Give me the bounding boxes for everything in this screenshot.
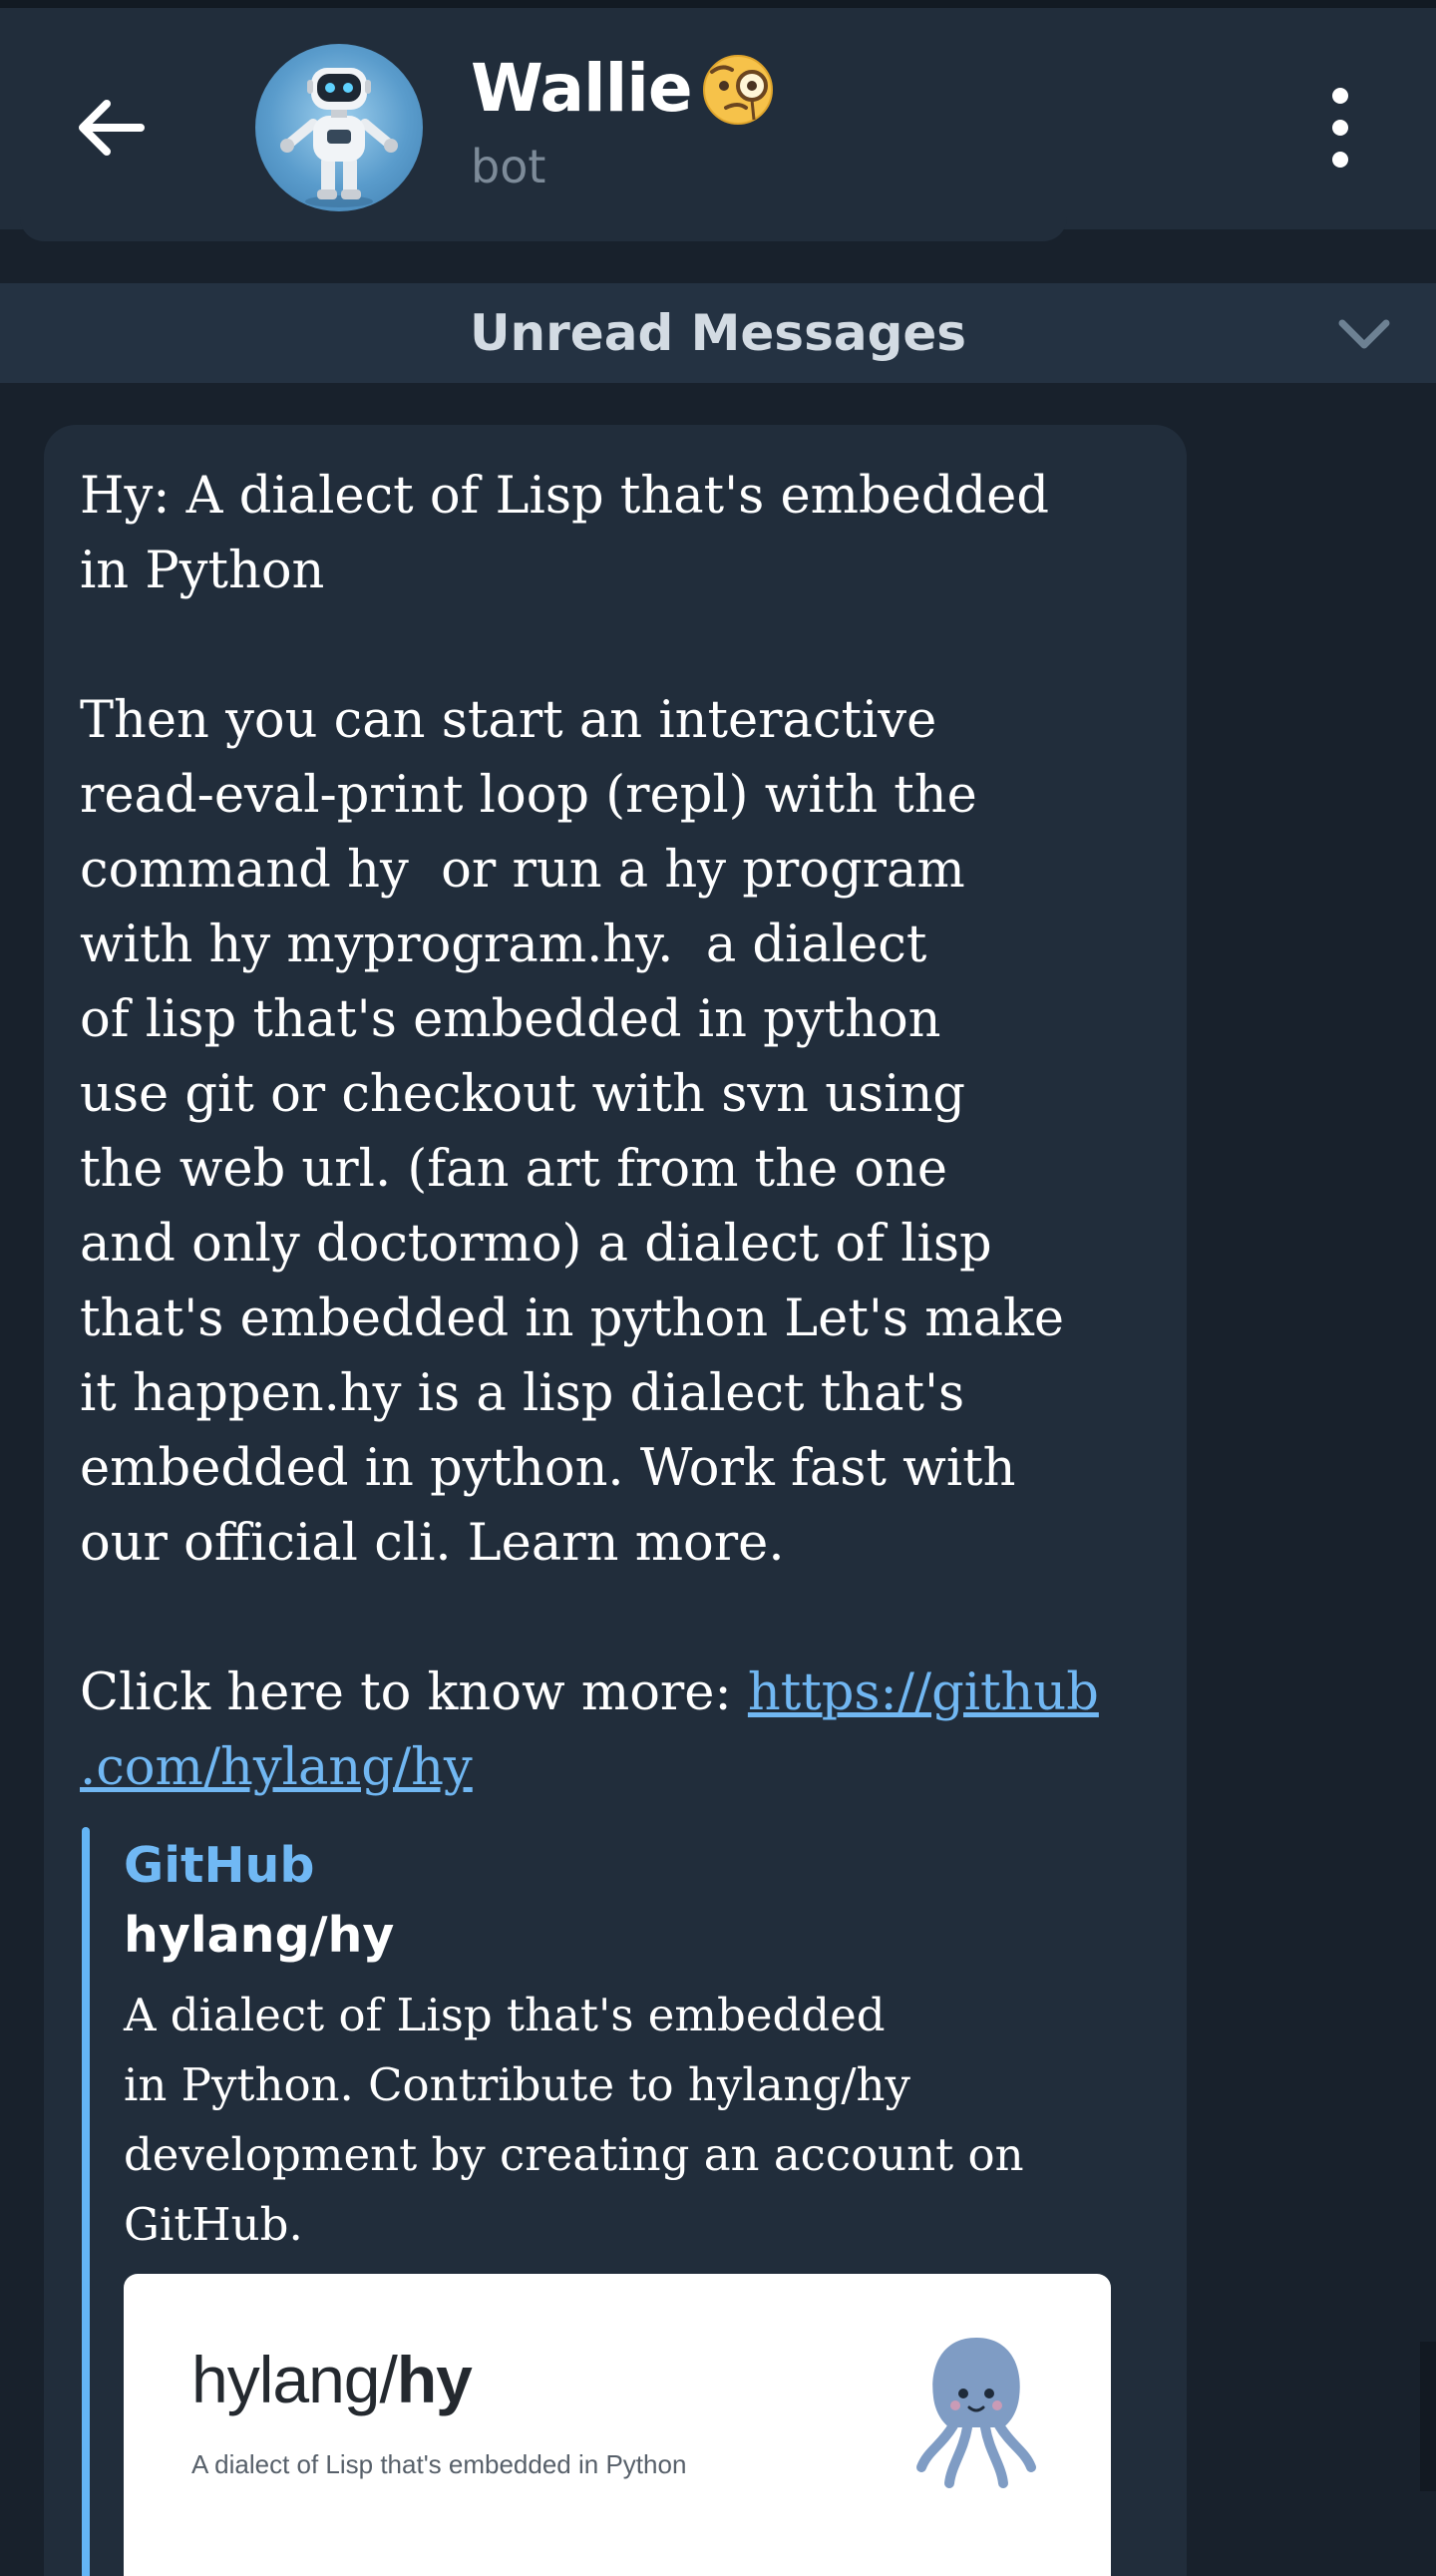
preview-title: hylang/hy	[124, 1907, 395, 1964]
og-repo-name: hylang/hy	[191, 2342, 473, 2417]
more-dot-icon	[1332, 152, 1348, 168]
message-text: Hy: A dialect of Lisp that's embedded in…	[80, 459, 1177, 1805]
preview-image[interactable]: hylang/hy A dialect of Lisp that's embed…	[124, 2274, 1111, 2576]
message-link-part1: https://github	[747, 1663, 1099, 1722]
avatar[interactable]	[255, 44, 423, 211]
chat-header: Wallie bot	[0, 8, 1436, 229]
arrow-left-icon	[79, 100, 145, 156]
unread-messages-label: Unread Messages	[469, 304, 967, 362]
preview-site-name: GitHub	[124, 1837, 315, 1894]
more-dot-icon	[1332, 88, 1348, 104]
more-dot-icon	[1332, 120, 1348, 136]
more-options-button[interactable]	[1318, 88, 1362, 168]
robot-avatar-icon	[280, 68, 398, 207]
chevron-down-icon[interactable]	[1334, 311, 1394, 355]
scrollbar[interactable]	[1420, 2342, 1436, 2491]
hy-squid-logo-icon	[916, 2338, 1036, 2488]
chat-title-text: Wallie	[471, 49, 693, 127]
back-button[interactable]	[62, 86, 158, 170]
message-body: Hy: A dialect of Lisp that's embedded in…	[80, 467, 1065, 1722]
face-with-monocle-icon	[702, 55, 773, 125]
og-repo-title: hy	[396, 2343, 473, 2416]
preview-description: A dialect of Lisp that's embedded in Pyt…	[124, 1989, 1024, 2251]
link-preview[interactable]: GitHub hylang/hy A dialect of Lisp that'…	[82, 1827, 1119, 2576]
chat-subtitle: bot	[471, 140, 546, 193]
status-bar	[0, 0, 1436, 8]
previous-message-bubble	[20, 217, 1067, 241]
chat-screen: Wallie bot Unread Messages Hy: A dialect…	[0, 0, 1436, 2576]
og-repo-owner: hylang/	[191, 2343, 398, 2416]
preview-accent-bar	[82, 1827, 90, 2576]
unread-messages-divider: Unread Messages	[0, 283, 1436, 383]
og-repo-description: A dialect of Lisp that's embedded in Pyt…	[191, 2449, 687, 2479]
chat-title[interactable]: Wallie	[471, 48, 780, 128]
message-link-part2: .com/hylang/hy	[80, 1738, 473, 1797]
